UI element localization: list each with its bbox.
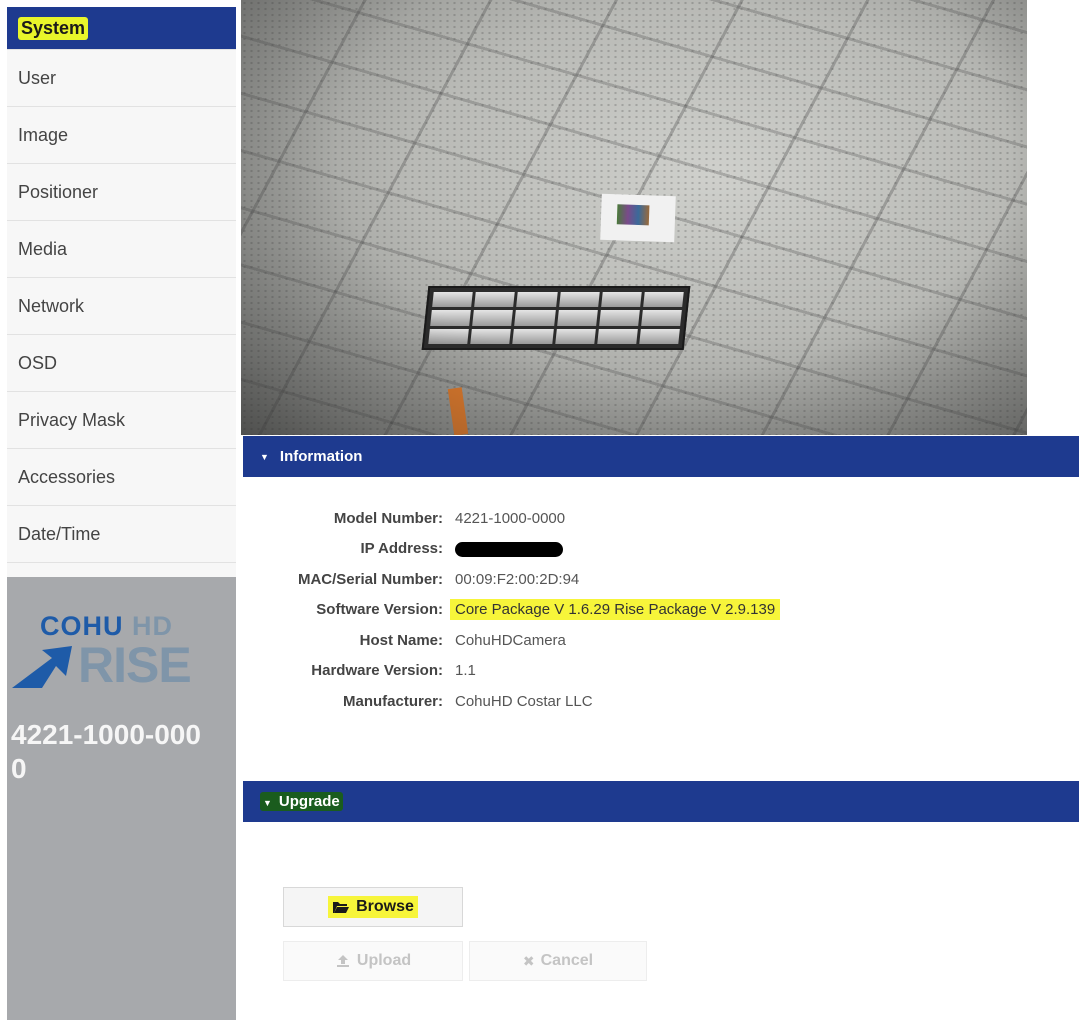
info-row-ip: IP Address: xyxy=(243,534,1079,565)
logo-line2: RISE xyxy=(12,640,236,690)
info-row-hardware: Hardware Version: 1.1 xyxy=(243,656,1079,687)
info-row-model: Model Number: 4221-1000-0000 xyxy=(243,503,1079,534)
logo-text-rise: RISE xyxy=(78,637,192,693)
logo-line1: COHU HD xyxy=(12,613,236,640)
upload-icon xyxy=(336,955,349,967)
info-value: 4221-1000-0000 xyxy=(455,509,566,527)
sidebar-item-media[interactable]: Media xyxy=(7,221,236,278)
upload-label: Upload xyxy=(356,952,412,969)
browse-button[interactable]: Browse xyxy=(283,887,463,927)
cancel-button[interactable]: ✖ Cancel xyxy=(469,941,647,981)
upgrade-title-highlight: ▼ Upgrade xyxy=(260,792,343,811)
info-value: CohuHD Costar LLC xyxy=(455,692,593,710)
info-label: Host Name: xyxy=(359,631,443,649)
info-row-manufacturer: Manufacturer: CohuHD Costar LLC xyxy=(243,686,1079,717)
info-label: IP Address: xyxy=(360,540,443,558)
cancel-label: Cancel xyxy=(540,952,594,969)
upload-button[interactable]: Upload xyxy=(283,941,463,981)
sidebar-item-label: Privacy Mask xyxy=(18,409,126,430)
info-label: Model Number: xyxy=(333,509,443,527)
info-value: 00:09:F2:00:2D:94 xyxy=(455,570,580,588)
browse-button-content: Browse xyxy=(328,896,418,918)
logo-arrow-icon xyxy=(12,646,72,688)
info-label: MAC/Serial Number: xyxy=(297,570,443,588)
info-value: 1.1 xyxy=(455,662,476,680)
sidebar-item-label: Media xyxy=(18,238,68,259)
sidebar-item-user[interactable]: User xyxy=(7,50,236,107)
info-label: Manufacturer: xyxy=(342,692,443,710)
sidebar-item-positioner[interactable]: Positioner xyxy=(7,164,236,221)
caret-down-icon: ▼ xyxy=(260,451,269,462)
sidebar-item-osd[interactable]: OSD xyxy=(7,335,236,392)
info-value-redacted xyxy=(455,540,563,557)
info-label: Hardware Version: xyxy=(311,662,443,680)
sidebar-item-label: System xyxy=(18,16,89,40)
sidebar-item-accessories[interactable]: Accessories xyxy=(7,449,236,506)
info-row-host: Host Name: CohuHDCamera xyxy=(243,625,1079,656)
sidebar-item-date-time[interactable]: Date/Time xyxy=(7,506,236,563)
info-value: CohuHDCamera xyxy=(455,631,566,649)
panel-title: Information xyxy=(279,448,363,465)
caret-down-icon: ▼ xyxy=(263,798,272,808)
information-table: Model Number: 4221-1000-0000 IP Address:… xyxy=(243,503,1079,717)
sidebar-item-label: User xyxy=(18,67,57,88)
panel-title: Upgrade xyxy=(278,793,340,810)
sidebar-item-label: Network xyxy=(18,295,85,316)
sidebar-item-label: Accessories xyxy=(18,466,116,487)
sidebar-model-number: 4221-1000-0000 xyxy=(11,719,201,784)
sidebar: System User Image Positioner Media Netwo… xyxy=(7,7,236,1020)
sidebar-item-system[interactable]: System xyxy=(7,7,236,50)
sidebar-item-label: Positioner xyxy=(18,181,99,202)
upgrade-panel-header[interactable]: ▼ Upgrade xyxy=(243,781,1079,822)
cohu-hd-rise-logo: COHU HD RISE xyxy=(7,613,236,690)
nav-list: System User Image Positioner Media Netwo… xyxy=(7,7,236,577)
sidebar-item-image[interactable]: Image xyxy=(7,107,236,164)
folder-open-icon xyxy=(333,902,350,913)
camera-live-view[interactable] xyxy=(241,0,1027,435)
sidebar-item-label: Date/Time xyxy=(18,523,101,544)
info-row-software: Software Version: Core Package V 1.6.29 … xyxy=(243,595,1079,626)
sidebar-item-privacy-mask[interactable]: Privacy Mask xyxy=(7,392,236,449)
camera-vignette xyxy=(241,0,1027,435)
information-panel-header[interactable]: ▼ Information xyxy=(243,436,1079,477)
sidebar-item-label: OSD xyxy=(18,352,58,373)
close-icon: ✖ xyxy=(522,952,535,969)
redaction-mark xyxy=(455,541,563,557)
sidebar-item-network[interactable]: Network xyxy=(7,278,236,335)
sidebar-item-label: Image xyxy=(18,124,69,145)
info-row-mac: MAC/Serial Number: 00:09:F2:00:2D:94 xyxy=(243,564,1079,595)
info-value: Core Package V 1.6.29 Rise Package V 2.9… xyxy=(450,599,781,621)
info-label: Software Version: xyxy=(316,601,443,619)
browse-label: Browse xyxy=(356,898,414,915)
